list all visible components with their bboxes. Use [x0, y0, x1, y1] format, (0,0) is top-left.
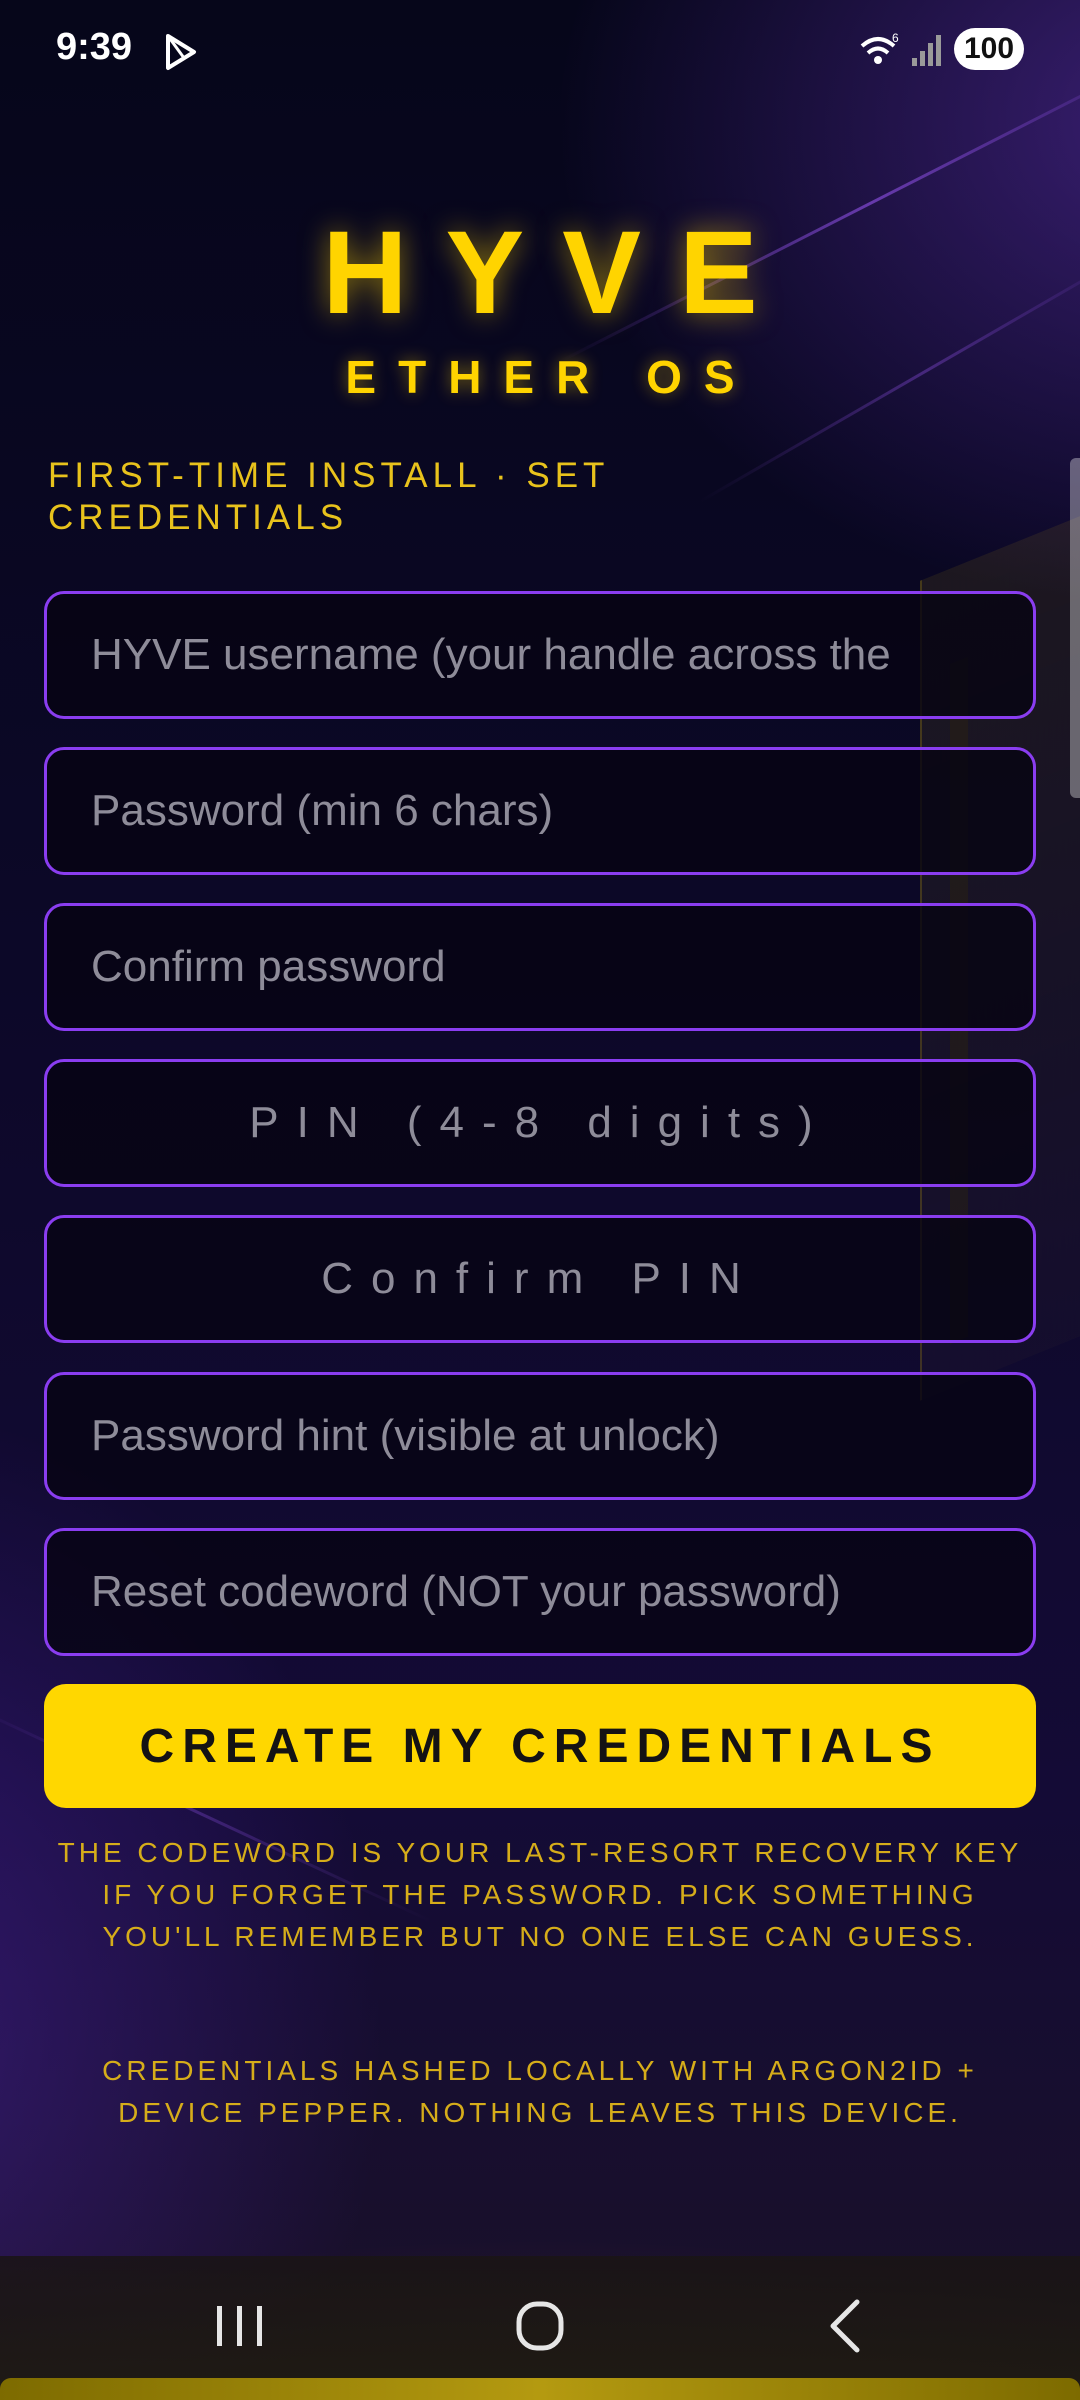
status-bar: 9:39 6 100 — [0, 0, 1080, 100]
pin-input[interactable] — [44, 1059, 1036, 1187]
svg-text:6: 6 — [892, 31, 899, 45]
signal-icon — [912, 35, 941, 66]
app-title: HYVE — [322, 207, 796, 339]
create-credentials-button[interactable]: CREATE MY CREDENTIALS — [44, 1684, 1036, 1808]
bottom-accent-stripe — [0, 2378, 1080, 2400]
status-time: 9:39 — [56, 26, 133, 68]
app-subtitle: ETHER OS — [345, 351, 757, 403]
home-icon[interactable] — [490, 2276, 590, 2376]
recents-icon[interactable] — [190, 2276, 290, 2376]
navigation-bar — [0, 2256, 1080, 2400]
codeword-note: THE CODEWORD IS YOUR LAST-RESORT RECOVER… — [57, 1837, 1023, 1952]
reset-codeword-input[interactable] — [44, 1528, 1036, 1656]
confirm-password-input[interactable] — [44, 903, 1036, 1031]
scrollbar-thumb[interactable] — [1070, 458, 1080, 798]
back-icon[interactable] — [795, 2276, 895, 2376]
section-heading: FIRST-TIME INSTALL · SET CREDENTIALS — [48, 456, 609, 537]
wifi-icon: 6 — [860, 31, 899, 64]
play-store-icon — [166, 34, 196, 70]
username-input[interactable] — [44, 591, 1036, 719]
password-hint-input[interactable] — [44, 1372, 1036, 1500]
password-input[interactable] — [44, 747, 1036, 875]
confirm-pin-input[interactable] — [44, 1215, 1036, 1343]
battery-indicator: 100 — [954, 28, 1024, 70]
screen: 9:39 6 100 HYVE ETHER OS FIRST-TIME INST… — [0, 0, 1080, 2400]
security-note: CREDENTIALS HASHED LOCALLY WITH ARGON2ID… — [102, 2055, 978, 2128]
